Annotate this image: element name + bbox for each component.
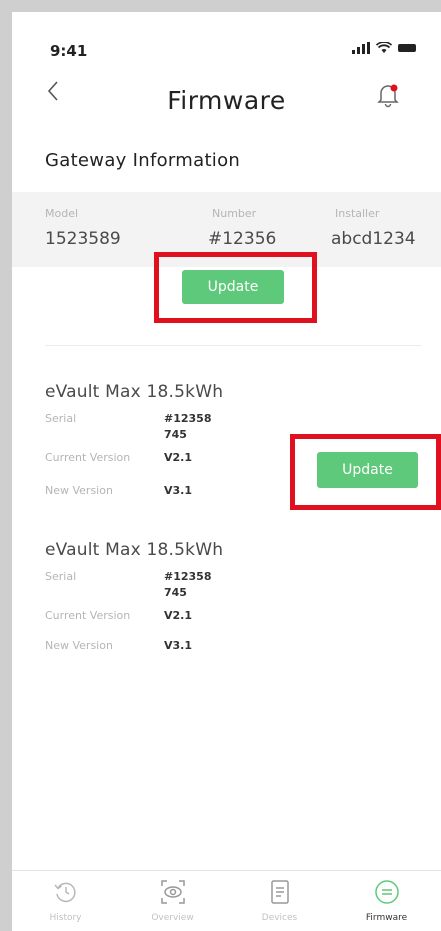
device-2-new-label: New Version: [45, 639, 113, 652]
nav-item-history[interactable]: History: [12, 871, 119, 931]
devices-icon: [270, 880, 289, 904]
nav-label-devices: Devices: [261, 913, 298, 923]
device-1-new-label: New Version: [45, 484, 113, 497]
nav-label-firmware: Firmware: [365, 913, 408, 923]
gateway-update-button[interactable]: Update: [182, 270, 284, 304]
installer-label: Installer: [335, 207, 380, 220]
device-2-serial-line2: 745: [164, 586, 187, 599]
nav-label-overview: Overview: [151, 913, 194, 923]
device-2-new-value: V3.1: [164, 639, 192, 652]
bottom-nav: History Overview Devices Firmware: [12, 870, 441, 931]
installer-value: abcd1234: [331, 229, 416, 249]
device-1-update-button[interactable]: Update: [317, 452, 418, 488]
device-2-name: eVault Max 18.5kWh: [45, 540, 224, 560]
device-2-serial-line1: #12358: [164, 570, 212, 583]
overview-icon: [160, 880, 185, 904]
device-1-current-label: Current Version: [45, 451, 131, 464]
number-value: #12356: [208, 229, 277, 249]
nav-label-history: History: [49, 913, 82, 923]
wifi-icon: [376, 42, 392, 53]
device-2-current-label: Current Version: [45, 609, 131, 622]
device-1-new-value: V3.1: [164, 484, 192, 497]
device-2-current-value: V2.1: [164, 609, 192, 622]
signal-icon: [352, 42, 370, 54]
device-2-serial-label: Serial: [45, 570, 77, 583]
notification-dot: [390, 84, 398, 92]
bell-icon: [377, 84, 399, 108]
nav-item-firmware[interactable]: Firmware: [333, 871, 440, 931]
section-title-gateway: Gateway Information: [45, 150, 241, 171]
status-time: 9:41: [50, 42, 88, 60]
divider: [45, 345, 421, 346]
model-value: 1523589: [45, 229, 121, 249]
device-1-name: eVault Max 18.5kWh: [45, 382, 224, 402]
device-1-serial-line2: 745: [164, 428, 187, 441]
device-1-current-value: V2.1: [164, 451, 192, 464]
device-1-serial-line1: #12358: [164, 412, 212, 425]
status-icons: [352, 42, 416, 54]
battery-icon: [398, 44, 416, 52]
notifications-button[interactable]: [376, 78, 408, 110]
device-1-serial-label: Serial: [45, 412, 77, 425]
nav-item-devices[interactable]: Devices: [226, 871, 333, 931]
firmware-icon: [374, 880, 399, 904]
number-label: Number: [212, 207, 257, 220]
history-icon: [53, 882, 76, 903]
phone-screen: 9:41 Firmware Gateway Information Model …: [12, 12, 441, 931]
model-label: Model: [45, 207, 79, 220]
nav-item-overview[interactable]: Overview: [119, 871, 226, 931]
